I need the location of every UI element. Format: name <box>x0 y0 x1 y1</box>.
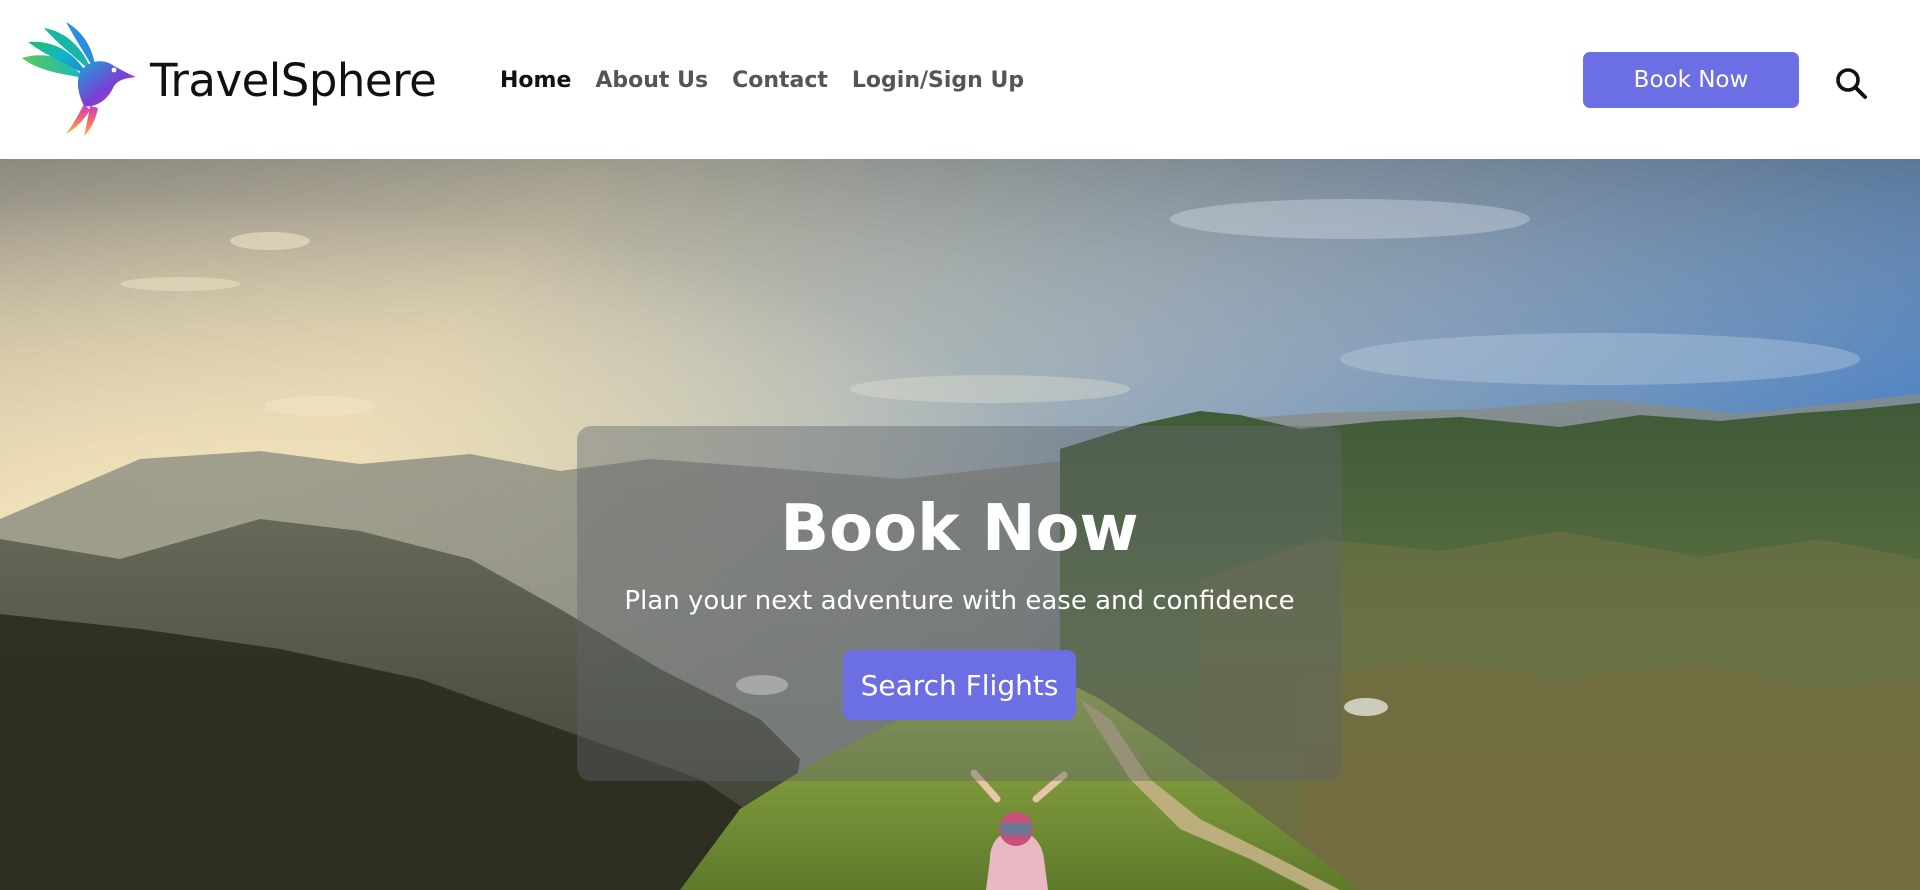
hero-section: Book Now Plan your next adventure with e… <box>0 159 1920 890</box>
brand-name: TravelSphere <box>150 54 437 107</box>
main-nav: Home About Us Contact Login/Sign Up <box>500 64 1048 98</box>
search-button[interactable] <box>1834 66 1868 100</box>
hero-card: Book Now Plan your next adventure with e… <box>577 426 1342 781</box>
book-now-button[interactable]: Book Now <box>1583 52 1799 108</box>
hero-title: Book Now <box>780 492 1139 566</box>
nav-home[interactable]: Home <box>500 64 571 98</box>
search-icon <box>1836 68 1867 99</box>
nav-contact[interactable]: Contact <box>732 64 828 98</box>
logo[interactable] <box>18 20 140 140</box>
hero-subtitle: Plan your next adventure with ease and c… <box>624 586 1295 616</box>
hummingbird-logo-icon <box>22 22 136 136</box>
search-flights-button[interactable]: Search Flights <box>843 650 1076 720</box>
site-header: TravelSphere Home About Us Contact Login… <box>0 0 1920 159</box>
nav-about-us[interactable]: About Us <box>595 64 708 98</box>
nav-login-signup[interactable]: Login/Sign Up <box>852 64 1024 98</box>
